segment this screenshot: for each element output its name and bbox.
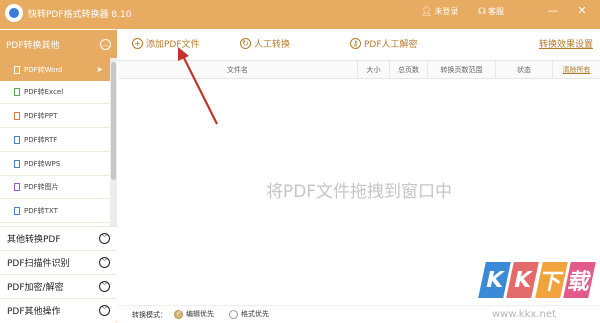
file-table-header: 文件名 大小 总页数 转换页数范围 状态 清除所有 — [118, 60, 600, 79]
excel-doc-icon — [14, 88, 20, 96]
headset-icon: ☊ — [478, 6, 486, 17]
chevron-down-icon: ﹀ — [99, 233, 110, 244]
sidebar-item-label: PDF转RTF — [24, 136, 58, 144]
login-label: 未登录 — [434, 7, 459, 16]
sidebar-category-other-to-pdf[interactable]: 其他转换PDF ﹀ — [0, 226, 117, 250]
image-doc-icon — [14, 183, 20, 191]
column-header-filename[interactable]: 文件名 — [118, 61, 358, 79]
add-file-label: 添加PDF文件 — [146, 40, 200, 50]
column-header-page-range[interactable]: 转换页数范围 — [428, 61, 496, 79]
column-header-pages[interactable]: 总页数 — [390, 61, 428, 79]
category-label: PDF扫描件识别 — [7, 259, 70, 269]
chevron-right-icon: ➤ — [96, 65, 103, 74]
sidebar-item-pdf-to-image[interactable]: PDF转图片 — [0, 176, 110, 199]
chevron-down-icon: ﹀ — [99, 305, 110, 316]
app-logo-icon — [5, 4, 23, 22]
service-label: 客服 — [488, 7, 504, 16]
effect-settings-link[interactable]: 转换效果设置 — [539, 37, 593, 50]
sidebar-item-pdf-to-excel[interactable]: PDF转Excel — [0, 81, 110, 104]
sidebar-item-pdf-to-wps[interactable]: PDF转WPS — [0, 153, 110, 176]
watermark-url: www.kkx.net — [492, 309, 556, 320]
sidebar-scrollbar[interactable] — [110, 58, 117, 248]
sidebar: PDF转换其他 ︿ PDF转Word ➤ PDF转Excel PDF转PPT P… — [0, 29, 117, 323]
close-button[interactable]: ✕ — [575, 4, 589, 17]
category-label: PDF其他操作 — [7, 307, 61, 317]
manual-decrypt-button[interactable]: ⚷ PDF人工解密 — [350, 37, 418, 50]
sidebar-item-label: PDF转TXT — [24, 207, 58, 215]
category-label: PDF加密/解密 — [7, 283, 64, 293]
ppt-doc-icon — [14, 112, 20, 120]
toolbar: + 添加PDF文件 ↻ 人工转换 ⚷ PDF人工解密 转换效果设置 — [118, 29, 600, 59]
sidebar-item-pdf-to-rtf[interactable]: PDF转RTF — [0, 129, 110, 152]
plus-icon: + — [132, 38, 143, 49]
column-header-status[interactable]: 状态 — [496, 61, 553, 79]
sidebar-item-pdf-to-ppt[interactable]: PDF转PPT — [0, 105, 110, 128]
sidebar-item-pdf-to-txt[interactable]: PDF转TXT — [0, 200, 110, 223]
add-pdf-file-button[interactable]: + 添加PDF文件 — [132, 37, 200, 50]
manual-convert-label: 人工转换 — [254, 40, 291, 50]
column-header-size[interactable]: 大小 — [358, 61, 390, 79]
chevron-down-icon: ﹀ — [99, 257, 110, 268]
sidebar-item-label: PDF转图片 — [24, 183, 59, 191]
txt-doc-icon — [14, 207, 20, 215]
sidebar-category-other-ops[interactable]: PDF其他操作 ﹀ — [0, 298, 117, 322]
app-title: 快转PDF格式转换器 8.10 — [28, 10, 132, 20]
title-bar: 快转PDF格式转换器 8.10 👤︎ 未登录 ☊ 客服 — ✕ — [0, 0, 600, 29]
refresh-icon: ↻ — [240, 38, 251, 49]
sidebar-item-label: PDF转PPT — [24, 112, 58, 120]
sidebar-item-label: PDF转Excel — [24, 88, 64, 96]
rtf-doc-icon — [14, 136, 20, 144]
manual-decrypt-label: PDF人工解密 — [364, 40, 418, 50]
sidebar-item-pdf-to-word[interactable]: PDF转Word ➤ — [0, 58, 110, 81]
sidebar-item-label: PDF转WPS — [24, 160, 61, 168]
key-icon: ⚷ — [350, 38, 361, 49]
drop-hint: 将PDF文件拖拽到窗口中 — [265, 182, 453, 202]
conversion-mode-label: 转换模式： — [132, 311, 167, 319]
sidebar-group-label: PDF转换其他 — [6, 40, 60, 51]
watermark-char: K — [506, 262, 540, 298]
radio-label: 编辑优先 — [186, 310, 214, 318]
radio-unchecked-icon — [229, 309, 238, 319]
login-button[interactable]: 👤︎ 未登录 — [421, 6, 458, 17]
watermark-char: 下 — [534, 262, 568, 298]
radio-checked-icon — [174, 309, 183, 319]
scrollbar-thumb[interactable] — [111, 62, 116, 180]
radio-edit-priority[interactable]: 编辑优先 — [174, 309, 214, 319]
customer-service-button[interactable]: ☊ 客服 — [478, 6, 504, 17]
sidebar-category-encrypt[interactable]: PDF加密/解密 ﹀ — [0, 274, 117, 298]
chevron-up-icon: ︿ — [100, 38, 111, 50]
word-doc-icon — [14, 65, 20, 74]
sidebar-category-ocr[interactable]: PDF扫描件识别 ﹀ — [0, 250, 117, 274]
clear-all-link[interactable]: 清除所有 — [553, 61, 600, 79]
watermark-char: 载 — [562, 262, 596, 298]
user-icon: 👤︎ — [421, 6, 433, 17]
category-label: 其他转换PDF — [7, 235, 61, 245]
radio-label: 格式优先 — [241, 310, 269, 318]
manual-convert-button[interactable]: ↻ 人工转换 — [240, 37, 290, 50]
minimize-button[interactable]: — — [546, 4, 560, 17]
wps-doc-icon — [14, 160, 20, 168]
sidebar-item-label: PDF转Word — [24, 65, 63, 74]
sidebar-group-pdf-to-other[interactable]: PDF转换其他 ︿ — [0, 30, 117, 58]
radio-format-priority[interactable]: 格式优先 — [229, 309, 269, 319]
watermark-logo: K K 下 载 — [478, 262, 596, 306]
chevron-down-icon: ﹀ — [99, 281, 110, 292]
